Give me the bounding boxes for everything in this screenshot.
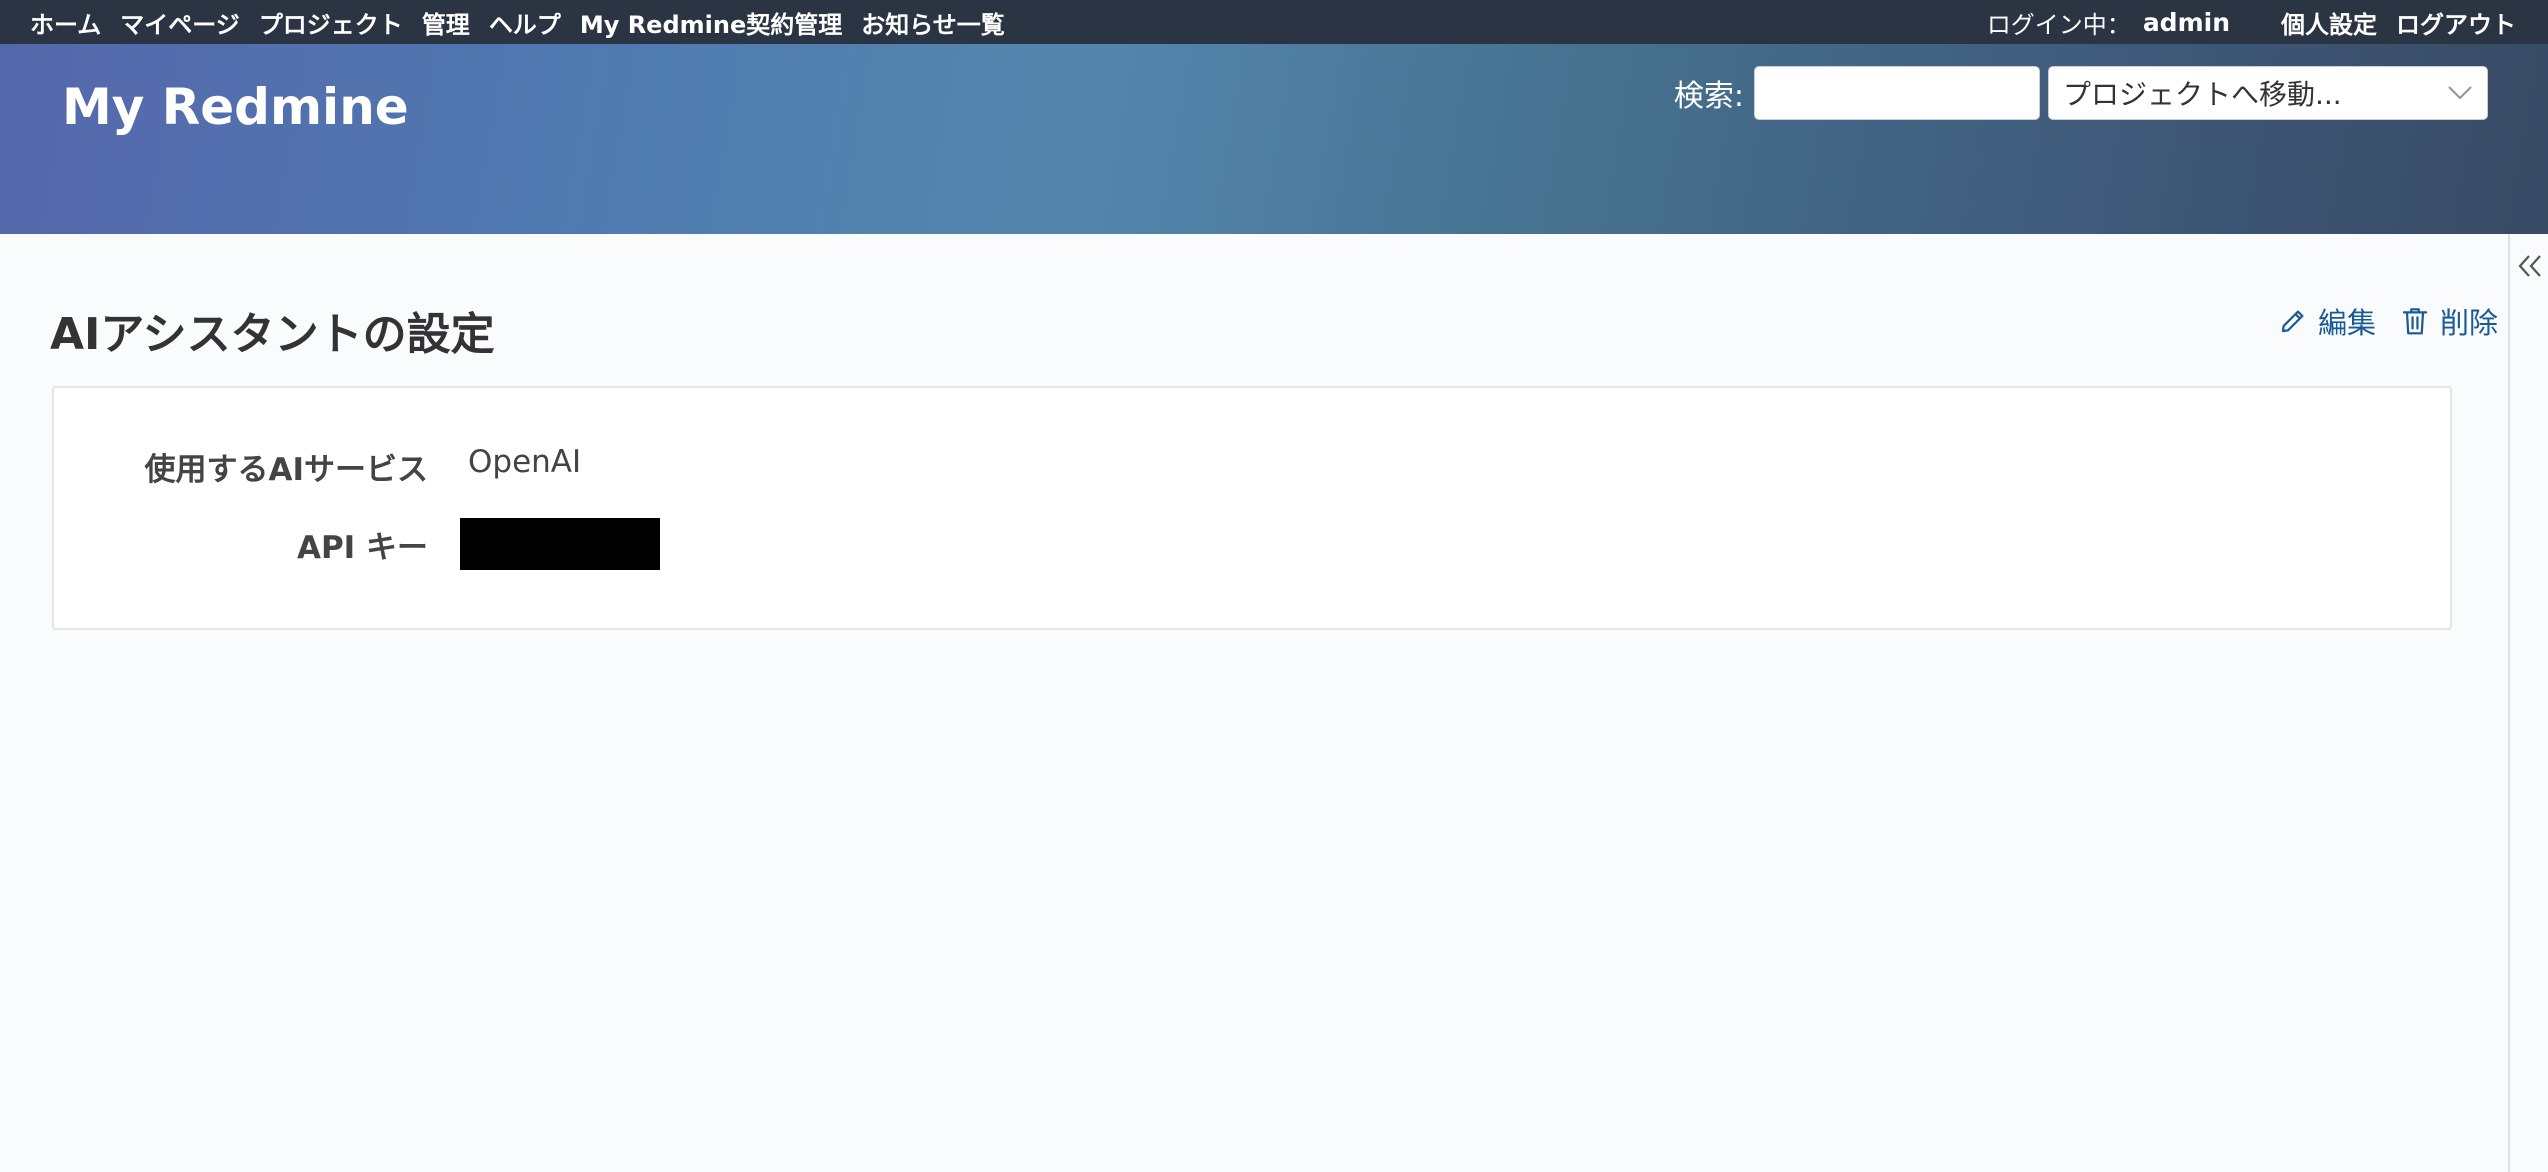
- quick-search: 検索: プロジェクトへ移動...: [1674, 66, 2488, 120]
- header: My Redmine 検索: プロジェクトへ移動...: [0, 44, 2548, 234]
- edit-label: 編集: [2317, 306, 2376, 340]
- top-menu-my-page[interactable]: マイページ: [120, 5, 240, 40]
- ai-service-value: OpenAI: [468, 443, 582, 480]
- double-chevron-left-icon: [2518, 255, 2541, 277]
- page-title: AIアシスタントの設定: [50, 309, 495, 360]
- my-account-link[interactable]: 個人設定: [2281, 5, 2377, 40]
- logout-link[interactable]: ログアウト: [2396, 5, 2516, 40]
- field-ai-service: 使用するAIサービス OpenAI: [54, 444, 581, 489]
- ai-service-label: 使用するAIサービス: [144, 452, 428, 488]
- top-menu-contracts[interactable]: My Redmine契約管理: [580, 5, 842, 40]
- delete-label: 削除: [2439, 306, 2498, 340]
- main-content: AIアシスタントの設定 編集 削除 使用するAIサービス OpenAI API …: [0, 234, 2508, 1172]
- sidebar-toggle[interactable]: [2508, 234, 2548, 1172]
- account-menu: ログイン中： admin 個人設定 ログアウト: [1987, 5, 2516, 40]
- trash-icon: [2402, 308, 2428, 335]
- site-title[interactable]: My Redmine: [62, 78, 409, 136]
- delete-button[interactable]: 削除: [2400, 300, 2498, 342]
- top-menu-administration[interactable]: 管理: [422, 5, 470, 40]
- api-key-redacted: [460, 518, 660, 570]
- search-label: 検索:: [1673, 79, 1744, 114]
- logged-in-label: ログイン中：: [1986, 10, 2131, 39]
- top-menu-help[interactable]: ヘルプ: [489, 5, 561, 40]
- chevron-down-icon: [2448, 86, 2472, 100]
- top-menu-home[interactable]: ホーム: [30, 5, 101, 40]
- pencil-icon: [2281, 310, 2304, 333]
- top-menu: ホーム マイページ プロジェクト 管理 ヘルプ My Redmine契約管理 お…: [0, 0, 2548, 44]
- api-key-label: API キー: [296, 529, 428, 566]
- settings-box: 使用するAIサービス OpenAI API キー: [52, 386, 2452, 630]
- project-jump-select[interactable]: プロジェクトへ移動...: [2048, 66, 2488, 120]
- project-jump-label: プロジェクトへ移動...: [2063, 78, 2342, 111]
- logged-in-user[interactable]: admin: [2143, 8, 2230, 37]
- field-api-key: API キー: [54, 518, 660, 570]
- top-menu-left: ホーム マイページ プロジェクト 管理 ヘルプ My Redmine契約管理 お…: [30, 5, 1024, 40]
- edit-button[interactable]: 編集: [2278, 300, 2376, 342]
- contextual-actions: 編集 削除: [2254, 300, 2498, 342]
- top-menu-announcements[interactable]: お知らせ一覧: [861, 5, 1005, 40]
- search-input[interactable]: [1754, 66, 2040, 120]
- top-menu-projects[interactable]: プロジェクト: [259, 5, 403, 40]
